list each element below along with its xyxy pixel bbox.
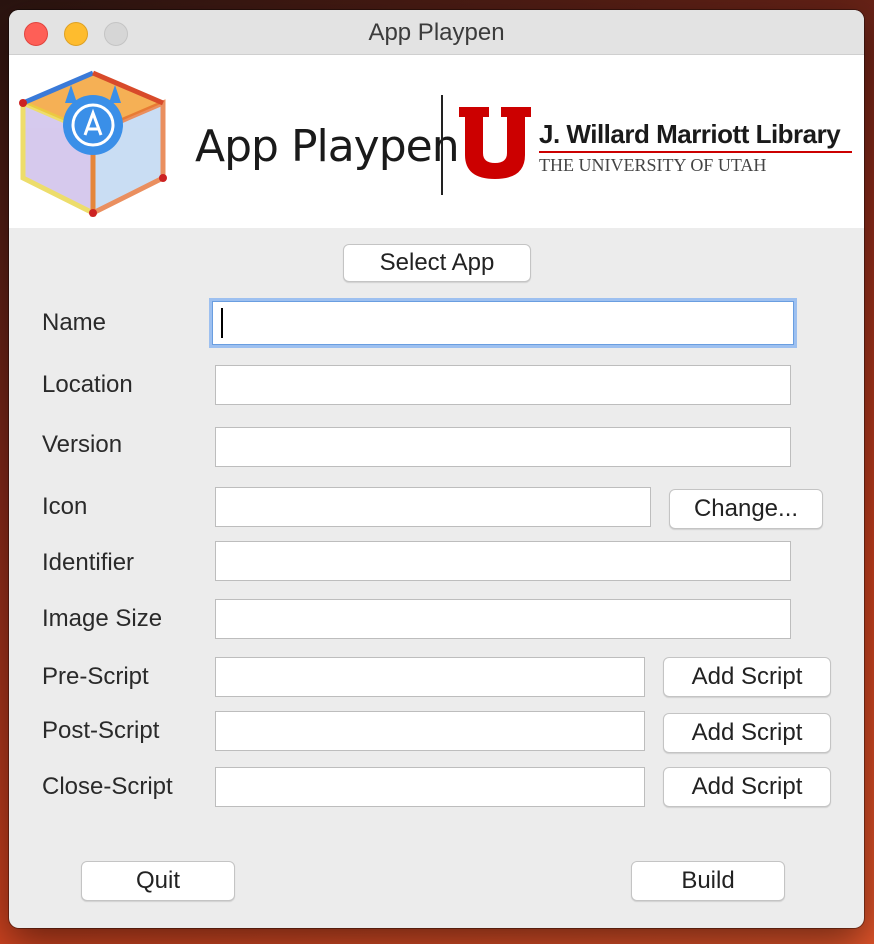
add-post-script-button[interactable]: Add Script [663, 713, 831, 753]
icon-label: Icon [42, 493, 88, 520]
post-script-label: Post-Script [42, 717, 160, 744]
pre-script-field[interactable] [215, 657, 645, 697]
version-label: Version [42, 431, 123, 458]
banner-library-name: J. Willard Marriott Library [539, 119, 841, 149]
location-label: Location [42, 371, 133, 398]
add-pre-script-button[interactable]: Add Script [663, 657, 831, 697]
playpen-logo-icon [19, 70, 167, 218]
banner-app-name: App Playpen [195, 121, 460, 172]
build-button[interactable]: Build [631, 861, 785, 901]
post-script-field[interactable] [215, 711, 645, 751]
version-field[interactable] [215, 427, 791, 467]
university-u-logo-icon [459, 107, 531, 179]
location-field[interactable] [215, 365, 791, 405]
header-banner: App Playpen J. Willard Marriott Library … [9, 55, 864, 228]
text-caret [221, 308, 223, 338]
add-close-script-button[interactable]: Add Script [663, 767, 831, 807]
banner-divider [441, 95, 443, 195]
name-label: Name [42, 309, 107, 336]
image-size-label: Image Size [42, 605, 163, 632]
image-size-field[interactable] [215, 599, 791, 639]
banner-red-rule [539, 151, 852, 153]
icon-field[interactable] [215, 487, 651, 527]
pre-script-label: Pre-Script [42, 663, 149, 690]
identifier-label: Identifier [42, 549, 135, 576]
quit-button[interactable]: Quit [81, 861, 235, 901]
close-script-label: Close-Script [42, 773, 173, 800]
select-app-button[interactable]: Select App [343, 244, 531, 282]
app-window: App Playpen App Playpen J. Willard Marri… [9, 10, 864, 928]
banner-university-name: THE UNIVERSITY OF UTAH [539, 155, 767, 175]
title-bar[interactable]: App Playpen [9, 10, 864, 55]
close-script-field[interactable] [215, 767, 645, 807]
identifier-field[interactable] [215, 541, 791, 581]
name-field[interactable] [212, 301, 794, 345]
change-icon-button[interactable]: Change... [669, 489, 823, 529]
window-title: App Playpen [368, 19, 505, 46]
